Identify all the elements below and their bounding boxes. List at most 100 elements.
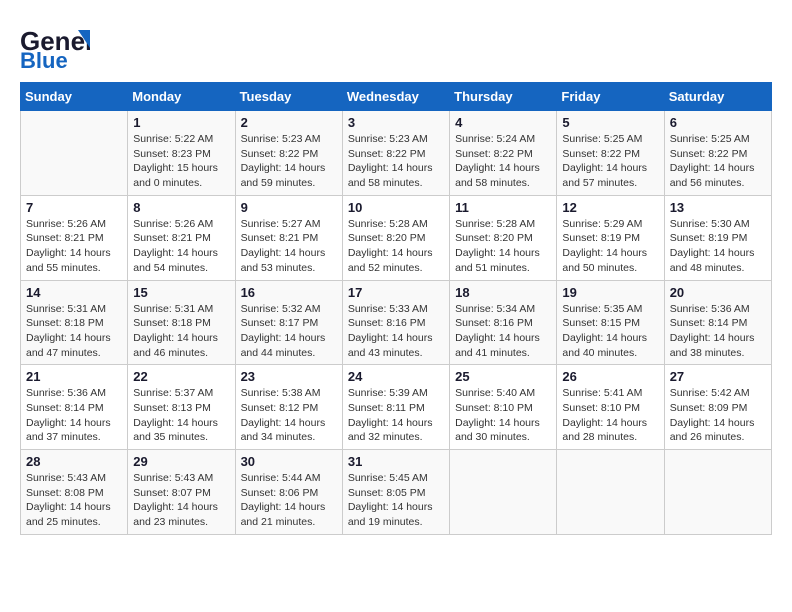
day-number: 30 bbox=[241, 454, 337, 469]
calendar-cell: 16 Sunrise: 5:32 AMSunset: 8:17 PMDayligh… bbox=[235, 280, 342, 365]
day-number: 17 bbox=[348, 285, 444, 300]
day-number: 18 bbox=[455, 285, 551, 300]
cell-details: Sunrise: 5:35 AMSunset: 8:15 PMDaylight:… bbox=[562, 302, 658, 361]
day-number: 8 bbox=[133, 200, 229, 215]
cell-details: Sunrise: 5:33 AMSunset: 8:16 PMDaylight:… bbox=[348, 302, 444, 361]
day-number: 26 bbox=[562, 369, 658, 384]
cell-details: Sunrise: 5:28 AMSunset: 8:20 PMDaylight:… bbox=[455, 217, 551, 276]
cell-details: Sunrise: 5:29 AMSunset: 8:19 PMDaylight:… bbox=[562, 217, 658, 276]
calendar-cell: 29 Sunrise: 5:43 AMSunset: 8:07 PMDayligh… bbox=[128, 450, 235, 535]
day-number: 25 bbox=[455, 369, 551, 384]
calendar-cell: 23Sunrise: 5:38 AMSunset: 8:12 PMDayligh… bbox=[235, 365, 342, 450]
calendar-cell bbox=[664, 450, 771, 535]
cell-details: Sunrise: 5:23 AMSunset: 8:22 PMDaylight:… bbox=[241, 132, 337, 191]
cell-details: Sunrise: 5:39 AMSunset: 8:11 PMDaylight:… bbox=[348, 386, 444, 445]
day-number: 7 bbox=[26, 200, 122, 215]
day-number: 12 bbox=[562, 200, 658, 215]
calendar-cell: 12 Sunrise: 5:29 AMSunset: 8:19 PMDayligh… bbox=[557, 195, 664, 280]
cell-details: Sunrise: 5:37 AMSunset: 8:13 PMDaylight:… bbox=[133, 386, 229, 445]
cell-details: Sunrise: 5:28 AMSunset: 8:20 PMDaylight:… bbox=[348, 217, 444, 276]
weekday-header-wednesday: Wednesday bbox=[342, 83, 449, 111]
calendar-week-5: 28 Sunrise: 5:43 AMSunset: 8:08 PMDayligh… bbox=[21, 450, 772, 535]
calendar-cell: 18 Sunrise: 5:34 AMSunset: 8:16 PMDayligh… bbox=[450, 280, 557, 365]
cell-details: Sunrise: 5:34 AMSunset: 8:16 PMDaylight:… bbox=[455, 302, 551, 361]
calendar-cell: 11 Sunrise: 5:28 AMSunset: 8:20 PMDayligh… bbox=[450, 195, 557, 280]
calendar-cell: 7 Sunrise: 5:26 AMSunset: 8:21 PMDaylight… bbox=[21, 195, 128, 280]
calendar-cell: 24 Sunrise: 5:39 AMSunset: 8:11 PMDayligh… bbox=[342, 365, 449, 450]
cell-details: Sunrise: 5:43 AMSunset: 8:07 PMDaylight:… bbox=[133, 471, 229, 530]
day-number: 6 bbox=[670, 115, 766, 130]
cell-details: Sunrise: 5:36 AMSunset: 8:14 PMDaylight:… bbox=[670, 302, 766, 361]
calendar-week-1: 1 Sunrise: 5:22 AMSunset: 8:23 PMDaylight… bbox=[21, 111, 772, 196]
day-number: 20 bbox=[670, 285, 766, 300]
cell-details: Sunrise: 5:30 AMSunset: 8:19 PMDaylight:… bbox=[670, 217, 766, 276]
day-number: 13 bbox=[670, 200, 766, 215]
weekday-header-saturday: Saturday bbox=[664, 83, 771, 111]
calendar-table: SundayMondayTuesdayWednesdayThursdayFrid… bbox=[20, 82, 772, 535]
calendar-cell: 20 Sunrise: 5:36 AMSunset: 8:14 PMDayligh… bbox=[664, 280, 771, 365]
cell-details: Sunrise: 5:44 AMSunset: 8:06 PMDaylight:… bbox=[241, 471, 337, 530]
logo-icon: General Blue bbox=[20, 20, 90, 70]
cell-details: Sunrise: 5:31 AMSunset: 8:18 PMDaylight:… bbox=[26, 302, 122, 361]
cell-details: Sunrise: 5:25 AMSunset: 8:22 PMDaylight:… bbox=[670, 132, 766, 191]
calendar-cell: 22 Sunrise: 5:37 AMSunset: 8:13 PMDayligh… bbox=[128, 365, 235, 450]
calendar-cell bbox=[450, 450, 557, 535]
cell-details: Sunrise: 5:27 AMSunset: 8:21 PMDaylight:… bbox=[241, 217, 337, 276]
cell-details: Sunrise: 5:36 AMSunset: 8:14 PMDaylight:… bbox=[26, 386, 122, 445]
calendar-cell: 1 Sunrise: 5:22 AMSunset: 8:23 PMDaylight… bbox=[128, 111, 235, 196]
calendar-cell: 15Sunrise: 5:31 AMSunset: 8:18 PMDayligh… bbox=[128, 280, 235, 365]
weekday-header-tuesday: Tuesday bbox=[235, 83, 342, 111]
cell-details: Sunrise: 5:22 AMSunset: 8:23 PMDaylight:… bbox=[133, 132, 229, 191]
calendar-cell: 9Sunrise: 5:27 AMSunset: 8:21 PMDaylight… bbox=[235, 195, 342, 280]
day-number: 2 bbox=[241, 115, 337, 130]
calendar-cell: 8 Sunrise: 5:26 AMSunset: 8:21 PMDaylight… bbox=[128, 195, 235, 280]
calendar-week-2: 7 Sunrise: 5:26 AMSunset: 8:21 PMDaylight… bbox=[21, 195, 772, 280]
calendar-cell: 17 Sunrise: 5:33 AMSunset: 8:16 PMDayligh… bbox=[342, 280, 449, 365]
calendar-cell: 28 Sunrise: 5:43 AMSunset: 8:08 PMDayligh… bbox=[21, 450, 128, 535]
calendar-header-row: SundayMondayTuesdayWednesdayThursdayFrid… bbox=[21, 83, 772, 111]
weekday-header-thursday: Thursday bbox=[450, 83, 557, 111]
cell-details: Sunrise: 5:41 AMSunset: 8:10 PMDaylight:… bbox=[562, 386, 658, 445]
day-number: 22 bbox=[133, 369, 229, 384]
cell-details: Sunrise: 5:45 AMSunset: 8:05 PMDaylight:… bbox=[348, 471, 444, 530]
calendar-cell: 2 Sunrise: 5:23 AMSunset: 8:22 PMDaylight… bbox=[235, 111, 342, 196]
cell-details: Sunrise: 5:38 AMSunset: 8:12 PMDaylight:… bbox=[241, 386, 337, 445]
day-number: 31 bbox=[348, 454, 444, 469]
cell-details: Sunrise: 5:40 AMSunset: 8:10 PMDaylight:… bbox=[455, 386, 551, 445]
calendar-cell: 6 Sunrise: 5:25 AMSunset: 8:22 PMDaylight… bbox=[664, 111, 771, 196]
weekday-header-monday: Monday bbox=[128, 83, 235, 111]
day-number: 24 bbox=[348, 369, 444, 384]
cell-details: Sunrise: 5:26 AMSunset: 8:21 PMDaylight:… bbox=[26, 217, 122, 276]
calendar-cell: 21Sunrise: 5:36 AMSunset: 8:14 PMDayligh… bbox=[21, 365, 128, 450]
calendar-cell: 27Sunrise: 5:42 AMSunset: 8:09 PMDayligh… bbox=[664, 365, 771, 450]
calendar-cell: 3 Sunrise: 5:23 AMSunset: 8:22 PMDaylight… bbox=[342, 111, 449, 196]
calendar-week-4: 21Sunrise: 5:36 AMSunset: 8:14 PMDayligh… bbox=[21, 365, 772, 450]
cell-details: Sunrise: 5:26 AMSunset: 8:21 PMDaylight:… bbox=[133, 217, 229, 276]
calendar-cell bbox=[557, 450, 664, 535]
cell-details: Sunrise: 5:43 AMSunset: 8:08 PMDaylight:… bbox=[26, 471, 122, 530]
day-number: 19 bbox=[562, 285, 658, 300]
page-header: General Blue bbox=[20, 20, 772, 72]
day-number: 15 bbox=[133, 285, 229, 300]
day-number: 1 bbox=[133, 115, 229, 130]
day-number: 29 bbox=[133, 454, 229, 469]
day-number: 11 bbox=[455, 200, 551, 215]
day-number: 5 bbox=[562, 115, 658, 130]
day-number: 4 bbox=[455, 115, 551, 130]
svg-text:Blue: Blue bbox=[20, 48, 68, 70]
day-number: 16 bbox=[241, 285, 337, 300]
cell-details: Sunrise: 5:24 AMSunset: 8:22 PMDaylight:… bbox=[455, 132, 551, 191]
day-number: 3 bbox=[348, 115, 444, 130]
calendar-cell: 31 Sunrise: 5:45 AMSunset: 8:05 PMDayligh… bbox=[342, 450, 449, 535]
cell-details: Sunrise: 5:32 AMSunset: 8:17 PMDaylight:… bbox=[241, 302, 337, 361]
day-number: 27 bbox=[670, 369, 766, 384]
logo: General Blue bbox=[20, 20, 90, 72]
calendar-cell bbox=[21, 111, 128, 196]
calendar-cell: 19 Sunrise: 5:35 AMSunset: 8:15 PMDayligh… bbox=[557, 280, 664, 365]
day-number: 10 bbox=[348, 200, 444, 215]
cell-details: Sunrise: 5:23 AMSunset: 8:22 PMDaylight:… bbox=[348, 132, 444, 191]
calendar-cell: 14Sunrise: 5:31 AMSunset: 8:18 PMDayligh… bbox=[21, 280, 128, 365]
weekday-header-friday: Friday bbox=[557, 83, 664, 111]
day-number: 28 bbox=[26, 454, 122, 469]
calendar-cell: 4 Sunrise: 5:24 AMSunset: 8:22 PMDaylight… bbox=[450, 111, 557, 196]
